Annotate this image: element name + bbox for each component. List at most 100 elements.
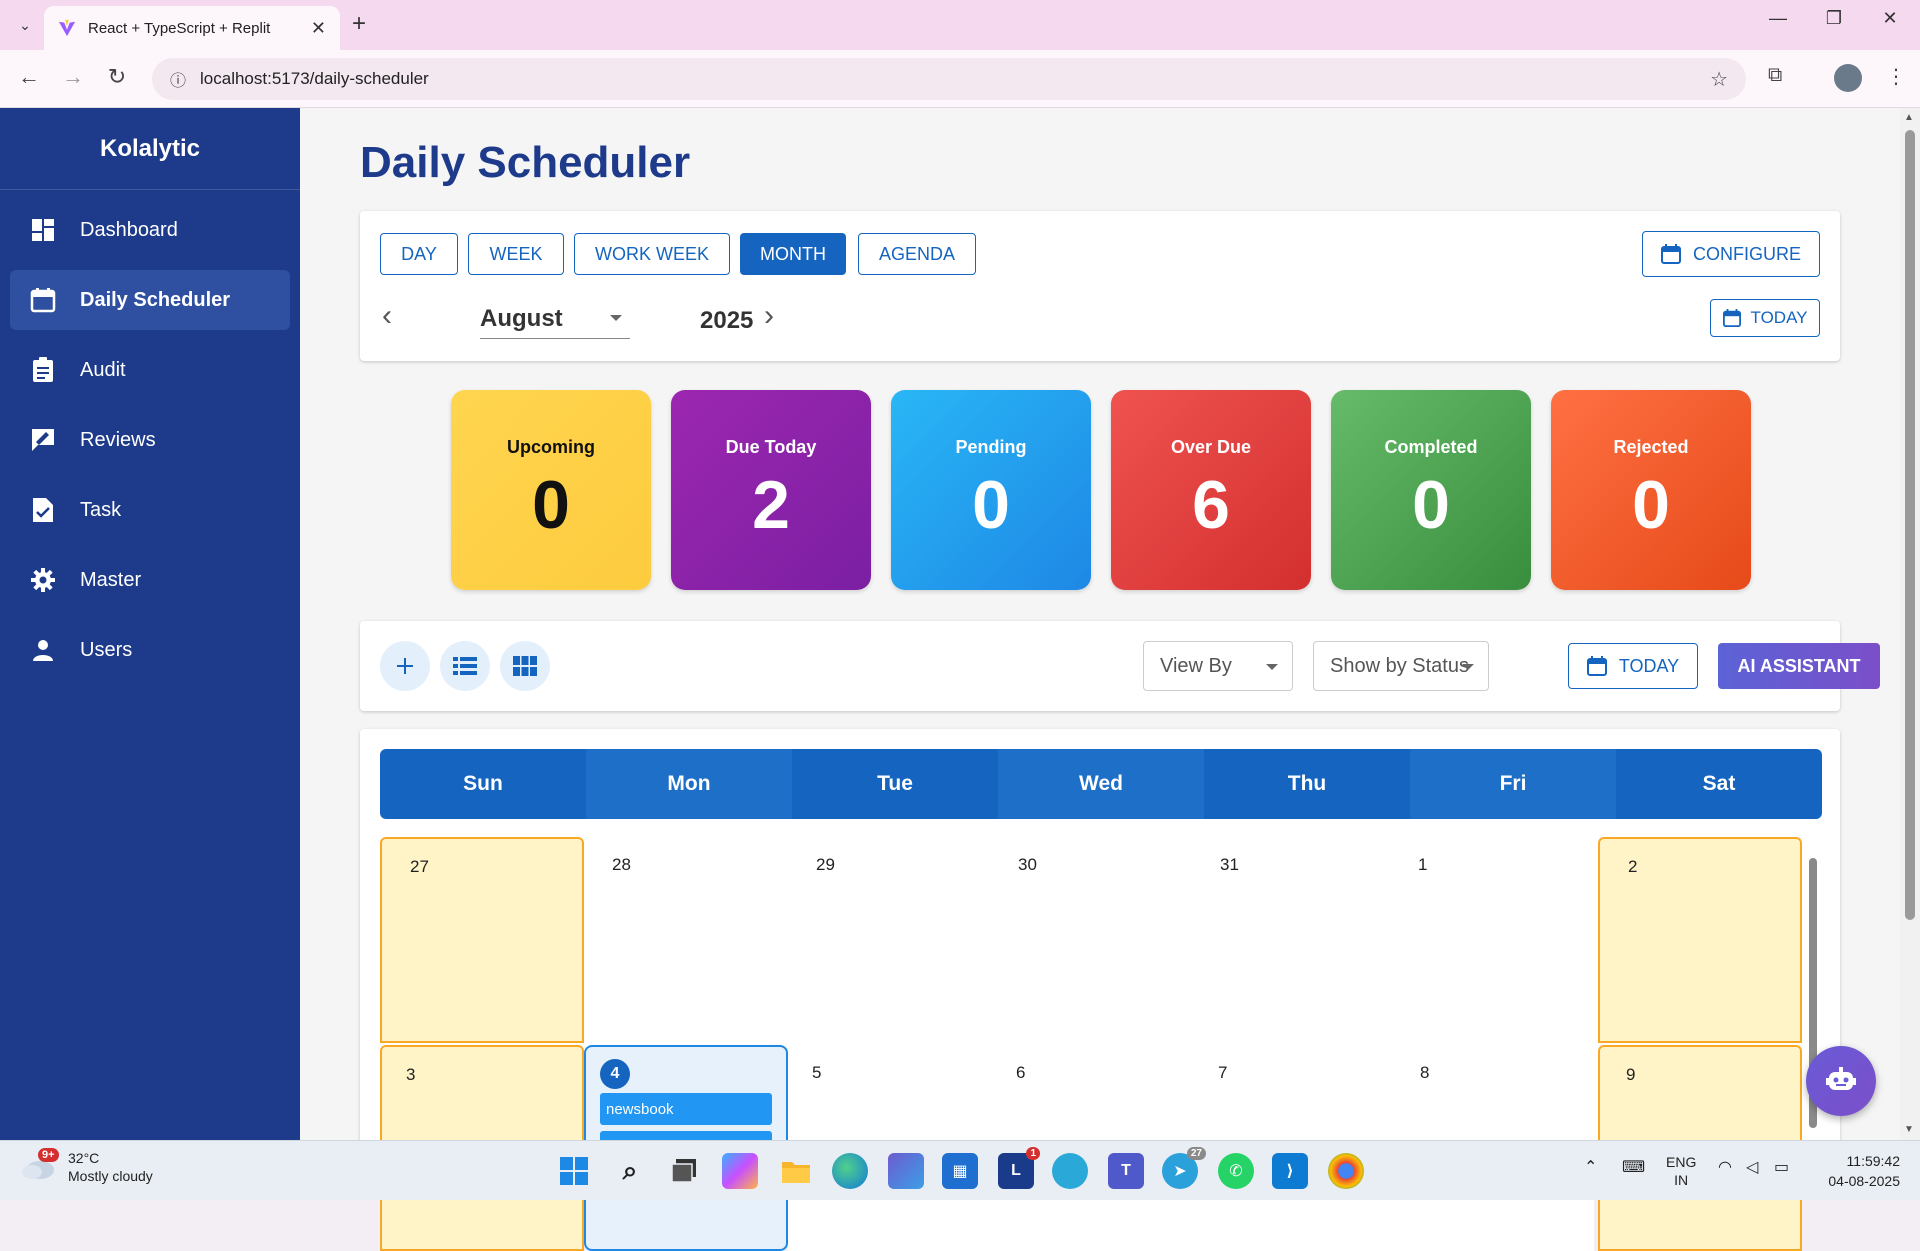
- page-scrollbar[interactable]: ▲ ▼: [1900, 108, 1920, 1140]
- extensions-icon[interactable]: ⧉: [1768, 64, 1782, 87]
- task-view-icon[interactable]: [666, 1153, 702, 1189]
- telegram-icon[interactable]: ➤ 27: [1162, 1147, 1206, 1189]
- file-explorer-icon[interactable]: [778, 1153, 814, 1189]
- list-view-button[interactable]: [440, 641, 490, 691]
- sidebar-item-daily-scheduler[interactable]: Daily Scheduler: [10, 270, 290, 330]
- stat-card-due-today[interactable]: Due Today 2: [671, 390, 871, 590]
- sidebar-item-reviews[interactable]: Reviews: [10, 410, 290, 470]
- browser-menu-icon[interactable]: ⋮: [1886, 64, 1906, 89]
- view-agenda-button[interactable]: AGENDA: [858, 233, 976, 275]
- status-filter-select[interactable]: Show by Status: [1313, 641, 1489, 691]
- calendar-icon: [1661, 244, 1681, 264]
- app-root: Kolalytic Dashboard Daily Scheduler Audi…: [0, 108, 1920, 1251]
- configure-button[interactable]: CONFIGURE: [1642, 231, 1820, 277]
- edge-browser-icon[interactable]: [832, 1153, 868, 1189]
- calendar-day-cell[interactable]: 29: [788, 837, 992, 1043]
- close-window-icon[interactable]: ✕: [1870, 8, 1910, 29]
- wifi-icon[interactable]: ◠: [1718, 1157, 1732, 1177]
- page-scrollbar-thumb[interactable]: [1905, 130, 1915, 920]
- region-code: IN: [1674, 1172, 1689, 1188]
- stat-card-rejected[interactable]: Rejected 0: [1551, 390, 1751, 590]
- view-by-select[interactable]: View By: [1143, 641, 1293, 691]
- view-month-button[interactable]: MONTH: [740, 233, 846, 275]
- copilot-icon[interactable]: [722, 1153, 758, 1189]
- month-select[interactable]: August: [480, 299, 630, 339]
- store-icon[interactable]: ▦: [942, 1153, 978, 1189]
- stat-label: Over Due: [1170, 436, 1252, 457]
- language-indicator[interactable]: ENG IN: [1666, 1153, 1696, 1189]
- l-app-icon[interactable]: L 1: [998, 1147, 1040, 1189]
- calendar-day-cell[interactable]: 28: [584, 837, 788, 1043]
- sidebar-item-dashboard[interactable]: Dashboard: [10, 200, 290, 260]
- reload-icon[interactable]: ↻: [102, 64, 132, 90]
- stat-value: 0: [1632, 466, 1670, 543]
- weather-widget[interactable]: 9+ 32°C Mostly cloudy: [18, 1148, 153, 1185]
- stat-card-over-due[interactable]: Over Due 6: [1111, 390, 1311, 590]
- stat-card-upcoming[interactable]: Upcoming 0: [451, 390, 651, 590]
- event-chip[interactable]: newsbook: [600, 1093, 772, 1125]
- search-icon[interactable]: ⌕: [612, 1153, 648, 1189]
- scroll-up-icon[interactable]: ▲: [1904, 112, 1914, 123]
- today-button[interactable]: TODAY: [1568, 643, 1698, 689]
- volume-icon[interactable]: ◁: [1746, 1157, 1758, 1177]
- tab-search-icon[interactable]: ⌄: [12, 12, 38, 38]
- scroll-down-icon[interactable]: ▼: [1904, 1124, 1914, 1135]
- url-bar[interactable]: ⓘ localhost:5173/daily-scheduler ☆: [152, 58, 1746, 100]
- weekday-sun: Sun: [463, 772, 503, 795]
- grid-view-button[interactable]: [500, 641, 550, 691]
- today-button-top[interactable]: TODAY: [1710, 299, 1820, 337]
- view-work-week-button[interactable]: WORK WEEK: [574, 233, 730, 275]
- ai-assistant-button[interactable]: AI ASSISTANT: [1718, 643, 1880, 689]
- calendar-day-cell[interactable]: 1: [1390, 837, 1594, 1043]
- vscode-icon[interactable]: ⟩: [1272, 1153, 1308, 1189]
- forward-icon[interactable]: →: [58, 64, 88, 90]
- next-month-icon[interactable]: ›: [764, 299, 774, 333]
- chatbot-fab[interactable]: [1806, 1046, 1876, 1116]
- calendar-day-cell[interactable]: 31: [1192, 837, 1396, 1043]
- close-tab-icon[interactable]: ✕: [311, 18, 326, 39]
- back-icon[interactable]: ←: [14, 64, 44, 90]
- site-info-icon[interactable]: ⓘ: [170, 67, 186, 91]
- clipboard-icon: [30, 357, 56, 383]
- stat-value: 6: [1192, 466, 1230, 543]
- bookmark-star-icon[interactable]: ☆: [1710, 67, 1728, 92]
- weather-desc: Mostly cloudy: [68, 1168, 153, 1184]
- sidebar-item-users[interactable]: Users: [10, 620, 290, 680]
- new-tab-icon[interactable]: +: [352, 10, 366, 38]
- sidebar-item-audit[interactable]: Audit: [10, 340, 290, 400]
- stat-card-completed[interactable]: Completed 0: [1331, 390, 1531, 590]
- calendar-day-cell[interactable]: 30: [990, 837, 1194, 1043]
- sidebar-item-master[interactable]: Master: [10, 550, 290, 610]
- calendar-day-cell[interactable]: 2: [1598, 837, 1802, 1043]
- telegram-badge: 27: [1186, 1147, 1206, 1160]
- day-number: 30: [1018, 855, 1037, 874]
- restore-icon[interactable]: ❐: [1814, 8, 1854, 29]
- url-text[interactable]: localhost:5173/daily-scheduler: [200, 69, 1710, 89]
- battery-icon[interactable]: ▭: [1774, 1157, 1789, 1177]
- tray-overflow-icon[interactable]: ⌃: [1584, 1157, 1597, 1177]
- sidebar-item-label: Task: [80, 498, 122, 521]
- network-app-icon[interactable]: [1052, 1153, 1088, 1189]
- view-week-button[interactable]: WEEK: [468, 233, 564, 275]
- windows-start-icon[interactable]: [556, 1153, 592, 1189]
- whatsapp-icon[interactable]: ✆: [1218, 1153, 1254, 1189]
- stat-card-pending[interactable]: Pending 0: [891, 390, 1091, 590]
- weekday-tue: Tue: [877, 772, 913, 795]
- prev-month-icon[interactable]: ‹: [382, 299, 392, 333]
- add-event-button[interactable]: [380, 641, 430, 691]
- task-file-icon: [30, 497, 56, 523]
- sidebar-item-task[interactable]: Task: [10, 480, 290, 540]
- profile-avatar[interactable]: [1834, 64, 1862, 92]
- browser-tab[interactable]: React + TypeScript + Replit ✕: [44, 6, 340, 50]
- m365-icon[interactable]: [888, 1153, 924, 1189]
- chrome-icon[interactable]: [1328, 1153, 1364, 1189]
- minimize-icon[interactable]: —: [1758, 8, 1798, 29]
- teams-icon[interactable]: T: [1108, 1153, 1144, 1189]
- sidebar: Kolalytic Dashboard Daily Scheduler Audi…: [0, 108, 300, 1140]
- month-value: August: [480, 304, 563, 332]
- calendar-day-cell[interactable]: 27: [380, 837, 584, 1043]
- year-value[interactable]: 2025: [700, 307, 753, 335]
- system-clock[interactable]: 11:59:42 04-08-2025: [1810, 1151, 1900, 1191]
- view-day-button[interactable]: DAY: [380, 233, 458, 275]
- keyboard-icon[interactable]: ⌨: [1622, 1157, 1645, 1177]
